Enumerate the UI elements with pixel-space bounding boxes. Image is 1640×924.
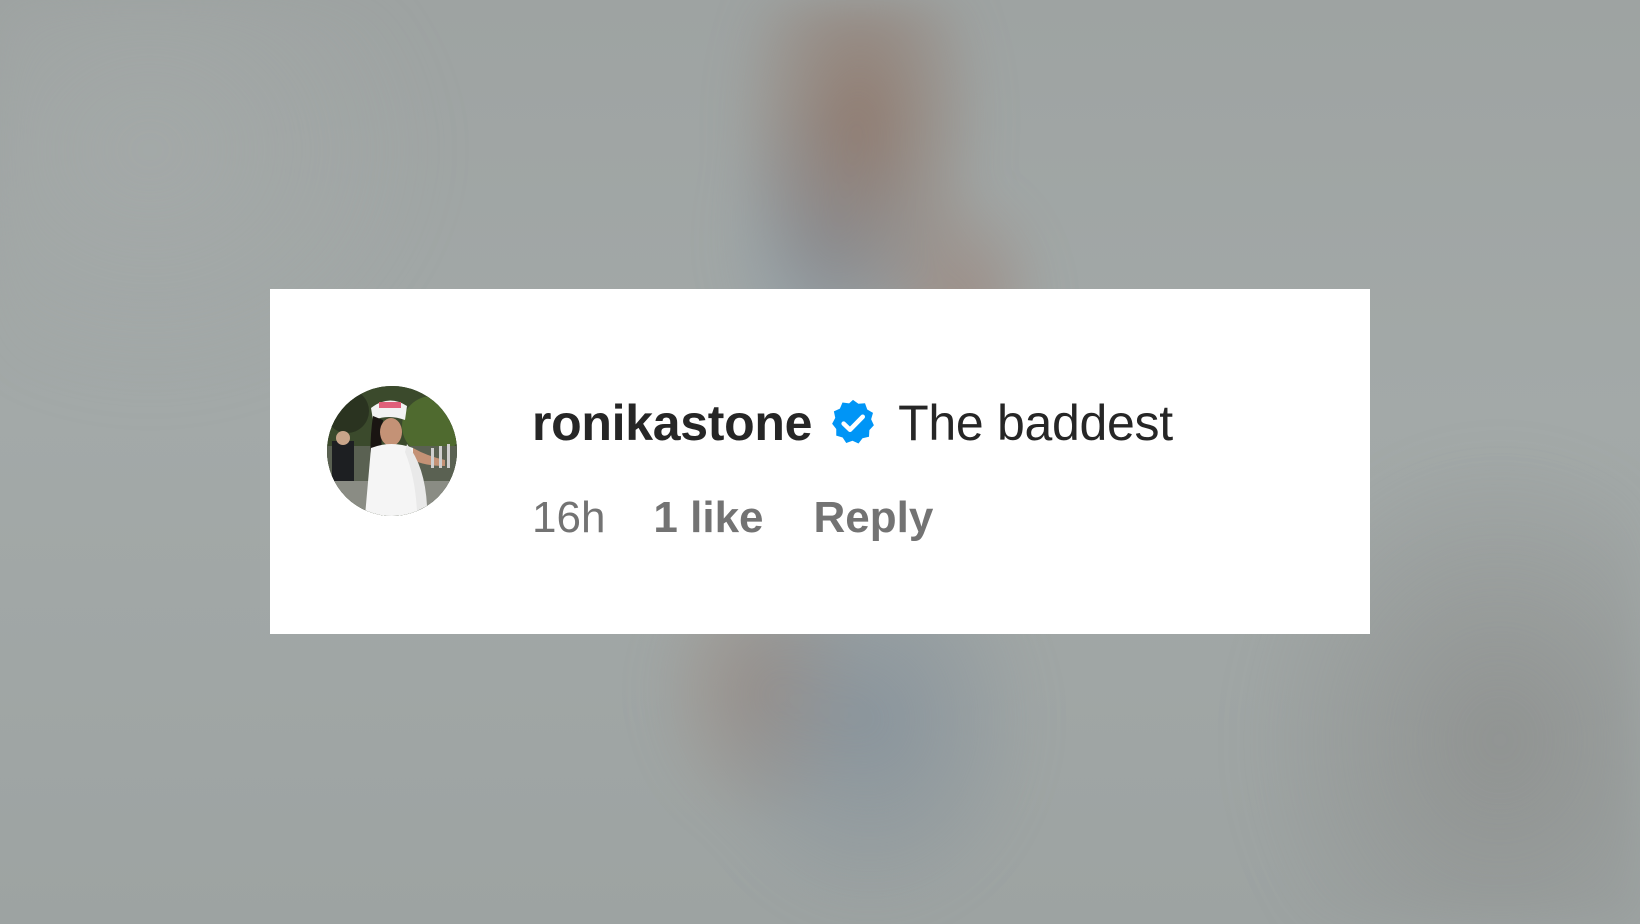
avatar[interactable]	[327, 386, 457, 516]
username-link[interactable]: ronikastone	[532, 394, 812, 452]
comment-timestamp[interactable]: 16h	[532, 493, 605, 543]
avatar-photo	[327, 386, 457, 516]
comment-text: The baddest	[898, 395, 1173, 451]
comment-card: ronikastone The baddest 16h 1 like Reply	[270, 289, 1370, 634]
reply-button[interactable]: Reply	[814, 493, 934, 543]
verified-badge-icon	[828, 398, 878, 448]
comment-meta: 16h 1 like Reply	[532, 493, 933, 543]
likes-count-button[interactable]: 1 like	[653, 493, 763, 543]
comment-line: ronikastone The baddest	[532, 393, 1173, 453]
